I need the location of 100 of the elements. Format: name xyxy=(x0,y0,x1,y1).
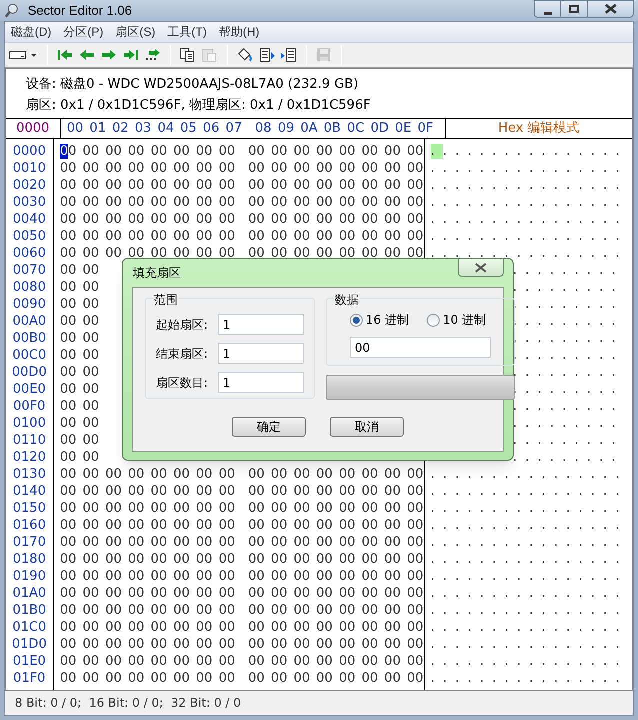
field-label: 结束扇区: xyxy=(156,346,210,362)
radio-button[interactable]: 10 进制 xyxy=(427,311,486,329)
row-offset: 0190 xyxy=(13,568,46,585)
document-import-icon[interactable] xyxy=(280,47,298,63)
hex-bytes: 00 00 00 00 00 00 00 00 xyxy=(60,619,236,636)
row-offset: 01B0 xyxy=(12,602,46,619)
left-arrow-icon[interactable] xyxy=(78,47,96,63)
row-offset: 00F0 xyxy=(13,398,46,415)
document-arrow-icon[interactable] xyxy=(258,47,276,63)
row-offset: 01F0 xyxy=(13,670,46,687)
row-offset: 0160 xyxy=(13,517,46,534)
row-offset: 00B0 xyxy=(12,330,46,347)
input-field[interactable]: 1 xyxy=(218,314,304,335)
ascii-text: ......... xyxy=(513,313,624,330)
close-button[interactable] xyxy=(458,259,504,277)
row-offset: 0050 xyxy=(13,228,46,245)
row-offset: 0110 xyxy=(13,432,46,449)
menu-item[interactable]: 磁盘(D) xyxy=(5,23,58,41)
hex-bytes: 00 00 xyxy=(60,330,100,347)
hex-bytes: 00 00 00 00 00 00 00 00 xyxy=(60,228,236,245)
hex-bytes: 00 00 00 00 00 00 00 00 xyxy=(248,534,424,551)
dialog-button[interactable]: 确定 xyxy=(232,417,306,437)
field-label: 扇区数目: xyxy=(156,374,210,392)
hex-bytes: 00 00 00 00 00 00 00 00 xyxy=(248,143,424,160)
ascii-text: ................ xyxy=(430,551,628,568)
menu-item[interactable]: 工具(T) xyxy=(162,23,213,41)
row-offset: 0100 xyxy=(13,415,46,432)
hex-bytes: 00 00 00 00 00 00 00 00 xyxy=(60,211,236,228)
hex-bytes: 00 00 xyxy=(60,279,100,296)
menu-item[interactable]: 扇区(S) xyxy=(110,23,162,41)
row-offset: 0180 xyxy=(13,551,46,568)
ascii-text: ......... xyxy=(513,364,624,381)
group-title: 数据 xyxy=(334,291,360,309)
ascii-text: ......... xyxy=(513,381,624,398)
ascii-text: ................ xyxy=(430,177,628,194)
hex-bytes: 00 00 00 00 00 00 00 00 xyxy=(248,466,424,483)
hex-bytes: 00 00 00 00 00 00 00 00 xyxy=(248,551,424,568)
hex-bytes: 00 00 xyxy=(60,296,100,313)
hex-bytes: 00 00 00 00 00 00 00 00 xyxy=(248,245,424,262)
ascii-text: ......... xyxy=(513,296,624,313)
hex-bytes: 00 00 00 00 00 00 00 00 xyxy=(248,670,424,687)
row-offset: 0030 xyxy=(13,194,46,211)
close-icon xyxy=(475,262,487,272)
menu-item[interactable]: 帮助(H) xyxy=(213,23,266,41)
hex-bytes: 00 00 00 00 00 00 00 00 xyxy=(60,517,236,534)
row-offset: 00E0 xyxy=(13,381,46,398)
hex-bytes: 00 00 00 00 00 00 00 00 xyxy=(248,619,424,636)
close-button[interactable] xyxy=(588,0,634,18)
first-arrow-icon[interactable] xyxy=(56,47,74,63)
ascii-text: ................ xyxy=(430,653,628,670)
row-offset: 0070 xyxy=(13,262,46,279)
row-offset: 01E0 xyxy=(13,653,46,670)
paint-bucket-icon[interactable] xyxy=(236,47,254,63)
row-offset: 0090 xyxy=(13,296,46,313)
row-offset: 0080 xyxy=(13,279,46,296)
input-field[interactable]: 1 xyxy=(218,372,304,393)
minimize-button[interactable] xyxy=(534,0,561,18)
offset-header: 0000 xyxy=(16,120,50,138)
row-offset: 0130 xyxy=(13,466,46,483)
hex-bytes: 00 00 00 00 00 00 00 00 xyxy=(248,585,424,602)
hex-bytes: 00 00 00 00 00 00 00 00 xyxy=(60,670,236,687)
row-offset: 00C0 xyxy=(12,347,46,364)
row-offset: 0010 xyxy=(13,160,46,177)
right-arrow-icon[interactable] xyxy=(100,47,118,63)
hex-bytes: 00 00 00 00 00 00 00 00 xyxy=(60,653,236,670)
hex-bytes: 00 00 xyxy=(60,398,100,415)
hex-bytes: 00 00 00 00 00 00 00 00 xyxy=(60,500,236,517)
hex-bytes: 00 00 00 00 00 00 00 00 xyxy=(60,568,236,585)
row-offset: 00A0 xyxy=(12,313,46,330)
hex-bytes: 00 00 00 00 00 00 00 00 xyxy=(60,636,236,653)
ascii-text: ................ xyxy=(430,619,628,636)
hex-bytes: 00 00 00 00 00 00 00 00 xyxy=(60,177,236,194)
ascii-text: ......... xyxy=(513,449,624,466)
ascii-text: ......... xyxy=(513,262,624,279)
copy-icon[interactable] xyxy=(179,47,197,63)
ascii-text: ................ xyxy=(430,160,628,177)
hex-bytes: 00 00 xyxy=(60,432,100,449)
hex-bytes: 00 00 00 00 00 00 00 00 xyxy=(248,653,424,670)
input-field[interactable]: 00 xyxy=(350,337,491,358)
dialog-button[interactable]: 取消 xyxy=(330,417,404,437)
hex-bytes: 00 00 xyxy=(60,347,100,364)
hex-bytes: 00 00 00 00 00 00 00 00 xyxy=(60,534,236,551)
hex-bytes: 00 00 00 00 00 00 00 00 xyxy=(248,568,424,585)
row-offset: 01D0 xyxy=(12,636,47,653)
ascii-text: ................ xyxy=(430,517,628,534)
hex-bytes: 00 00 00 00 00 00 00 00 xyxy=(60,245,236,262)
status-text: 8 Bit: 0 / 0; 16 Bit: 0 / 0; 32 Bit: 0 / 0 xyxy=(15,695,242,712)
maximize-button[interactable] xyxy=(561,0,588,18)
radio-button[interactable]: 16 进制 xyxy=(350,311,410,329)
jump-arrow-icon[interactable] xyxy=(144,47,162,63)
hex-bytes: 00 00 xyxy=(60,415,100,432)
hex-bytes: 00 00 00 00 00 00 00 00 xyxy=(248,194,424,211)
ascii-text: ......... xyxy=(513,347,624,364)
hex-bytes: 00 00 00 00 00 00 00 00 xyxy=(248,602,424,619)
menu-item[interactable]: 分区(P) xyxy=(58,23,110,41)
column-header: 00 01 02 03 04 05 06 07 xyxy=(67,120,242,138)
input-field[interactable]: 1 xyxy=(218,343,304,364)
hex-bytes: 00 00 xyxy=(60,313,100,330)
ascii-text: ................ xyxy=(430,245,628,262)
ascii-text: ................ xyxy=(430,670,628,687)
